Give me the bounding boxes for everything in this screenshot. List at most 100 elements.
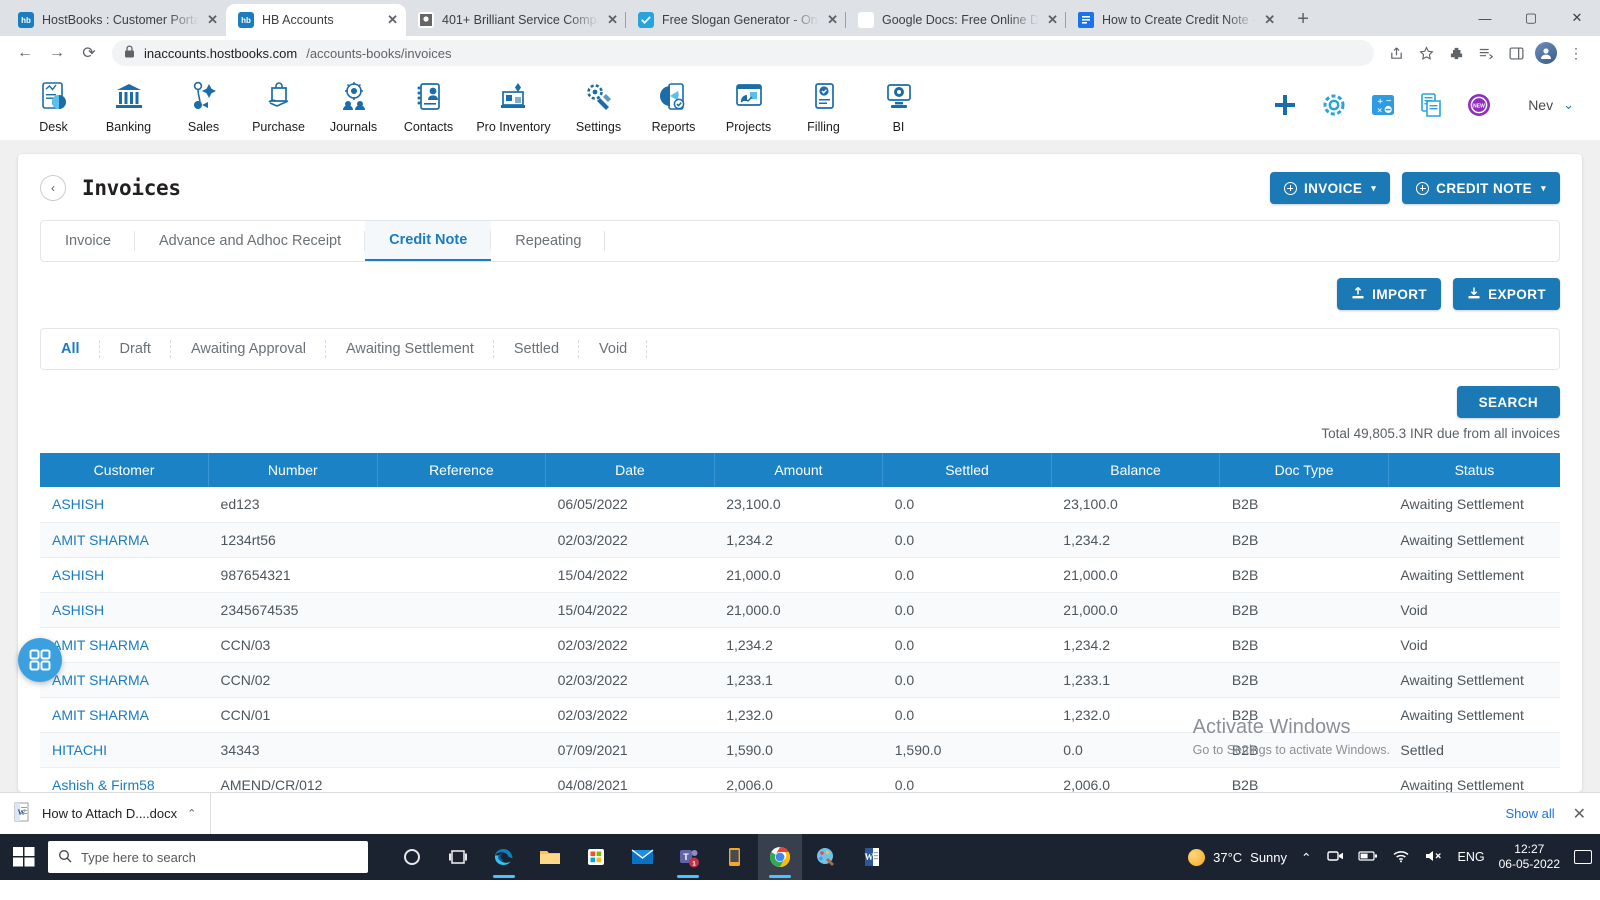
close-icon[interactable]: ✕ [207,12,218,28]
word-icon[interactable]: W [850,834,894,880]
customer-link[interactable]: HITACHI [52,742,107,758]
filter-settled[interactable]: Settled [494,329,580,369]
module-sales[interactable]: Sales [166,77,241,134]
module-desk[interactable]: Desk [16,77,91,134]
tab-advance-and-adhoc-receipt[interactable]: Advance and Adhoc Receipt [135,221,366,261]
mail-icon[interactable] [620,834,664,880]
column-header-amount[interactable]: Amount [714,453,884,487]
export-button[interactable]: EXPORT [1453,278,1560,310]
forward-navigation-icon[interactable]: → [42,38,72,68]
cortana-icon[interactable] [390,834,434,880]
windows-start-icon[interactable] [0,834,48,880]
module-filling[interactable]: Filling [786,77,861,134]
close-window-button[interactable]: ✕ [1554,0,1600,36]
filter-awaiting-approval[interactable]: Awaiting Approval [171,329,326,369]
create-credit-note-button[interactable]: CREDIT NOTE ▾ [1402,172,1560,204]
customer-link[interactable]: Ashish & Firm58 [52,777,155,793]
import-button[interactable]: IMPORT [1337,278,1442,310]
table-row[interactable]: AMIT SHARMA CCN/01 02/03/2022 1,232.0 0.0 1,2… [40,697,1560,733]
back-button[interactable]: ‹ [40,175,66,201]
tab-credit-note[interactable]: Credit Note [365,221,492,261]
column-header-number[interactable]: Number [208,453,378,487]
share-icon[interactable] [1382,39,1410,67]
microsoft-store-icon[interactable] [574,834,618,880]
browser-tab[interactable]: G Google Docs: Free Online Do ✕ [845,4,1066,36]
module-journals[interactable]: Journals [316,77,391,134]
volume-muted-icon[interactable] [1424,849,1444,866]
table-row[interactable]: HITACHI 34343 07/09/2021 1,590.0 1,590.0 0.0 B… [40,732,1560,768]
gear-icon[interactable] [1320,91,1348,119]
search-button[interactable]: SEARCH [1456,386,1560,418]
filter-draft[interactable]: Draft [100,329,172,369]
filter-awaiting-settlement[interactable]: Awaiting Settlement [326,329,494,369]
browser-tab[interactable]: hb HostBooks : Customer Portal ✕ [6,4,226,36]
column-header-doc-type[interactable]: Doc Type [1219,453,1389,487]
table-row[interactable]: AMIT SHARMA 1234rt56 02/03/2022 1,234.2 0.0 1… [40,522,1560,558]
browser-tab[interactable]: Free Slogan Generator - Onlin ✕ [625,4,846,36]
column-header-reference[interactable]: Reference [377,453,547,487]
customer-link[interactable]: AMIT SHARMA [52,707,149,723]
chevron-up-icon[interactable]: ⌃ [187,807,196,820]
column-header-status[interactable]: Status [1388,453,1560,487]
add-plus-icon[interactable] [1272,92,1298,118]
column-header-date[interactable]: Date [545,453,715,487]
tab-invoice[interactable]: Invoice [41,221,135,261]
paint-icon[interactable] [804,834,848,880]
module-projects[interactable]: Projects [711,77,786,134]
module-banking[interactable]: Banking [91,77,166,134]
bookmark-star-icon[interactable] [1412,39,1440,67]
quick-actions-fab[interactable] [18,638,62,682]
module-reports[interactable]: Reports [636,77,711,134]
file-explorer-icon[interactable] [528,834,572,880]
close-icon[interactable]: ✕ [1264,12,1275,28]
table-row[interactable]: ASHISH 987654321 15/04/2022 21,000.0 0.0 21,0… [40,557,1560,593]
taskbar-search-input[interactable]: Type here to search [48,841,368,873]
battery-icon[interactable] [1357,850,1378,865]
module-bi[interactable]: BI [861,77,936,134]
weather-widget[interactable]: 37°C Sunny [1188,848,1287,866]
table-row[interactable]: Ashish & Firm58 AMEND/CR/012 04/08/2021 2,0… [40,767,1560,792]
browser-tab-active[interactable]: hb HB Accounts ✕ [226,4,406,36]
customer-link[interactable]: ASHISH [52,496,104,512]
close-icon[interactable]: ✕ [827,12,838,28]
filter-all[interactable]: All [41,329,100,369]
column-header-settled[interactable]: Settled [882,453,1052,487]
download-item[interactable]: W How to Attach D....docx ⌃ [14,793,212,834]
table-row[interactable]: ASHISH 2345674535 15/04/2022 21,000.0 0.0 21,… [40,592,1560,628]
table-row[interactable]: AMIT SHARMA CCN/03 02/03/2022 1,234.2 0.0 1,2… [40,627,1560,663]
wifi-icon[interactable] [1392,849,1410,866]
extensions-icon[interactable] [1442,39,1470,67]
phone-link-icon[interactable] [712,834,756,880]
edge-icon[interactable] [482,834,526,880]
back-navigation-icon[interactable]: ← [10,38,40,68]
show-all-downloads-link[interactable]: Show all [1505,806,1554,821]
user-menu[interactable]: Nev ⌄ [1528,97,1574,113]
close-icon[interactable]: ✕ [1047,12,1058,28]
calculator-icon[interactable]: + − × [1370,92,1396,118]
minimize-button[interactable]: — [1462,0,1508,36]
chrome-icon[interactable] [758,834,802,880]
module-purchase[interactable]: Purchase [241,77,316,134]
customer-link[interactable]: AMIT SHARMA [52,637,149,653]
task-view-icon[interactable] [436,834,480,880]
customer-link[interactable]: ASHISH [52,602,104,618]
teams-icon[interactable]: T1 [666,834,710,880]
close-downloads-bar-icon[interactable]: ✕ [1573,804,1586,824]
chrome-menu-icon[interactable]: ⋮ [1562,39,1590,67]
customer-link[interactable]: AMIT SHARMA [52,672,149,688]
address-bar[interactable]: inaccounts.hostbooks.com/accounts-books/… [112,40,1374,66]
browser-tab[interactable]: 401+ Brilliant Service Compa ✕ [406,4,626,36]
module-pro-inventory[interactable]: Pro Inventory [466,77,561,134]
notifications-icon[interactable] [1574,850,1592,864]
tray-overflow-chevron-icon[interactable]: ⌃ [1301,850,1311,865]
table-row[interactable]: AMIT SHARMA CCN/02 02/03/2022 1,233.1 0.0 1,2… [40,662,1560,698]
module-contacts[interactable]: Contacts [391,77,466,134]
reload-icon[interactable]: ⟳ [74,38,104,68]
create-invoice-button[interactable]: INVOICE ▾ [1269,172,1391,204]
sidebar-toggle-icon[interactable] [1502,39,1530,67]
maximize-button[interactable]: ▢ [1508,0,1554,36]
language-indicator[interactable]: ENG [1458,850,1485,864]
module-settings[interactable]: Settings [561,77,636,134]
close-icon[interactable]: ✕ [387,12,398,28]
new-badge-icon[interactable]: NEW [1466,92,1492,118]
